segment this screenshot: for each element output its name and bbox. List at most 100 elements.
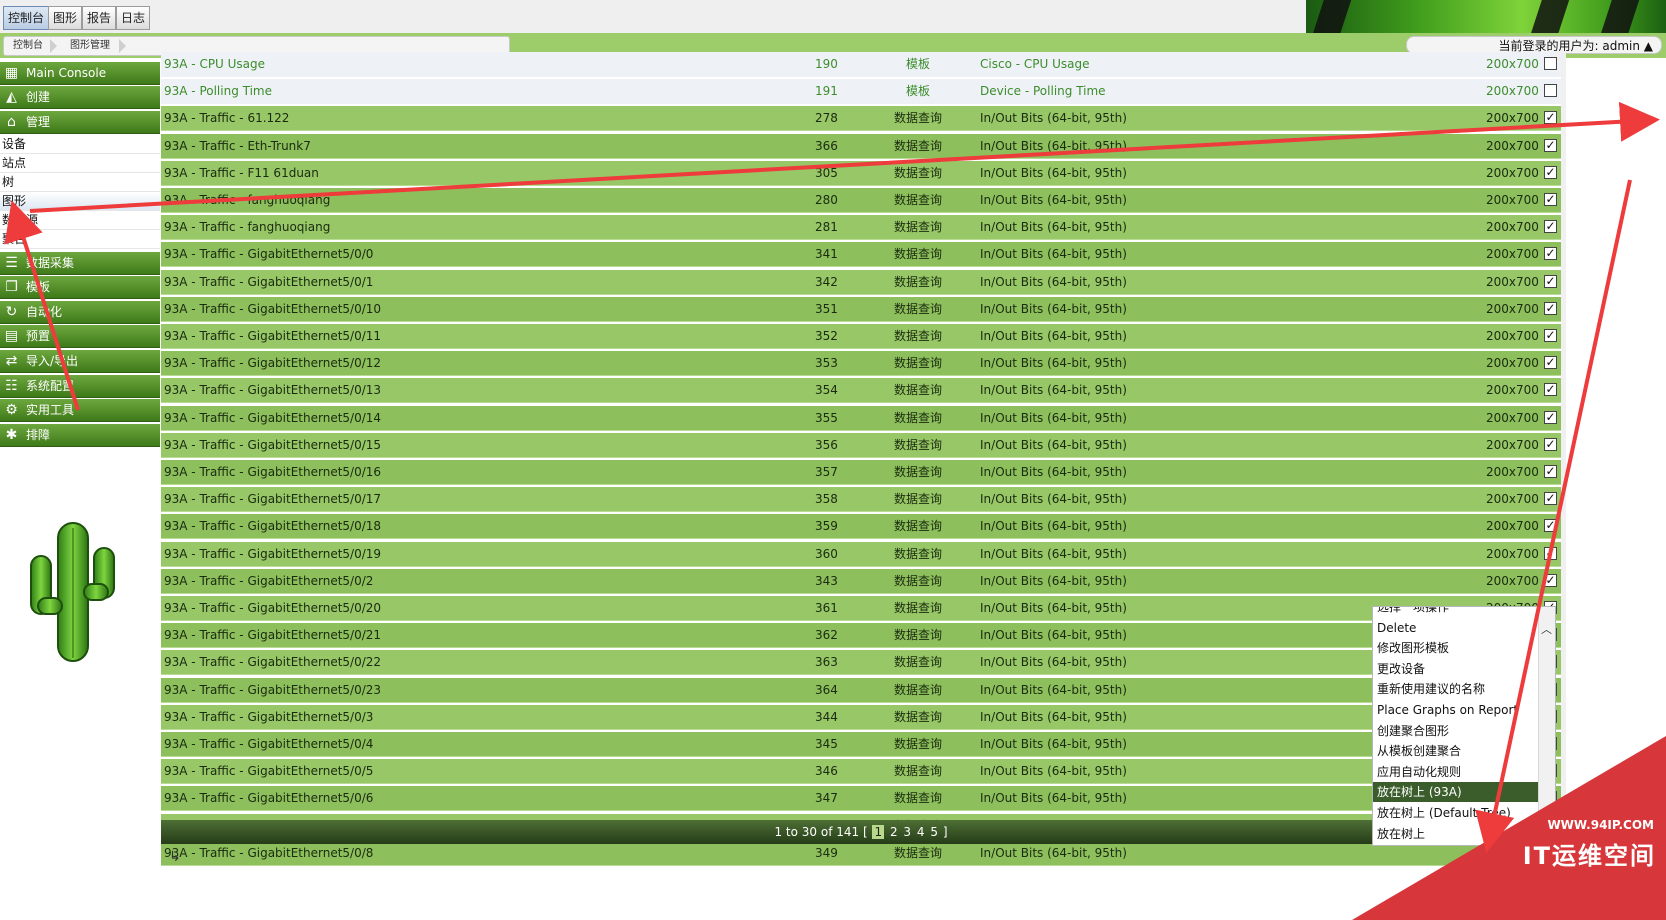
- graph-title-link[interactable]: 93A - Traffic - GigabitEthernet5/0/17: [164, 487, 381, 512]
- table-row[interactable]: 93A - Traffic - GigabitEthernet5/0/17 358…: [161, 487, 1561, 512]
- graph-title-link[interactable]: 93A - Traffic - GigabitEthernet5/0/6: [164, 786, 373, 811]
- graph-title-link[interactable]: 93A - Traffic - GigabitEthernet5/0/21: [164, 623, 381, 648]
- graph-title-link[interactable]: 93A - Traffic - GigabitEthernet5/0/2: [164, 569, 373, 594]
- table-row[interactable]: 93A - Traffic - GigabitEthernet5/0/14 355…: [161, 406, 1561, 431]
- table-row[interactable]: 93A - Traffic - GigabitEthernet5/0/2 343 数…: [161, 569, 1561, 594]
- graph-title-link[interactable]: 93A - Traffic - GigabitEthernet5/0/13: [164, 378, 381, 403]
- graph-title-link[interactable]: 93A - Traffic - GigabitEthernet5/0/0: [164, 242, 373, 267]
- graph-title-link[interactable]: 93A - Traffic - GigabitEthernet5/0/8: [164, 841, 373, 866]
- table-row[interactable]: 93A - Traffic - GigabitEthernet5/0/23 364…: [161, 678, 1561, 703]
- graph-title-link[interactable]: 93A - Traffic - fanghuoqiang: [164, 188, 330, 213]
- row-select-checkbox[interactable]: ✓: [1544, 275, 1557, 288]
- graph-title-link[interactable]: 93A - Traffic - GigabitEthernet5/0/16: [164, 460, 381, 485]
- row-select-checkbox[interactable]: ✓: [1544, 519, 1557, 532]
- graph-title-link[interactable]: 93A - Polling Time: [164, 79, 272, 104]
- row-select-checkbox[interactable]: ✓: [1544, 547, 1557, 560]
- graph-title-link[interactable]: 93A - Traffic - GigabitEthernet5/0/5: [164, 759, 373, 784]
- table-row[interactable]: 93A - Traffic - GigabitEthernet5/0/22 363…: [161, 650, 1561, 675]
- row-select-checkbox[interactable]: ✓: [1544, 574, 1557, 587]
- table-row[interactable]: 93A - Traffic - GigabitEthernet5/0/12 353…: [161, 351, 1561, 376]
- sidebar-configuration[interactable]: ☷ 系统配置: [0, 375, 160, 398]
- sidebar-item-data-sources[interactable]: 数据源: [0, 211, 160, 230]
- tab-console[interactable]: 控制台: [3, 6, 50, 30]
- table-row[interactable]: 93A - Traffic - GigabitEthernet5/0/5 346 数…: [161, 759, 1561, 784]
- graph-title-link[interactable]: 93A - Traffic - GigabitEthernet5/0/14: [164, 406, 381, 431]
- row-select-checkbox[interactable]: ✓: [1544, 438, 1557, 451]
- sidebar-item-devices[interactable]: 设备: [0, 135, 160, 154]
- page-4-link[interactable]: 4: [917, 825, 925, 839]
- graph-title-link[interactable]: 93A - Traffic - GigabitEthernet5/0/18: [164, 514, 381, 539]
- graph-title-link[interactable]: 93A - Traffic - GigabitEthernet5/0/10: [164, 297, 381, 322]
- sidebar-item-sites[interactable]: 站点: [0, 154, 160, 173]
- row-select-checkbox[interactable]: ✓: [1544, 492, 1557, 505]
- row-select-checkbox[interactable]: ✓: [1544, 465, 1557, 478]
- chevron-up-icon[interactable]: ︿: [1541, 621, 1552, 637]
- table-row[interactable]: 93A - Polling Time 191 模板 Device - Polling …: [161, 79, 1561, 104]
- sidebar-presets[interactable]: ▤ 预置: [0, 325, 160, 348]
- table-row[interactable]: 93A - Traffic - GigabitEthernet5/0/4 345 数…: [161, 732, 1561, 757]
- sidebar-manage[interactable]: ⌂ 管理: [0, 111, 160, 134]
- action-option[interactable]: Delete: [1373, 618, 1539, 638]
- table-row[interactable]: 93A - Traffic - GigabitEthernet5/0/11 352…: [161, 324, 1561, 349]
- table-row[interactable]: 93A - Traffic - GigabitEthernet5/0/18 359…: [161, 514, 1561, 539]
- table-row[interactable]: 93A - Traffic - GigabitEthernet5/0/8 349 数…: [161, 841, 1561, 866]
- graph-title-link[interactable]: 93A - Traffic - GigabitEthernet5/0/15: [164, 433, 381, 458]
- breadcrumb-console[interactable]: 控制台: [13, 37, 43, 55]
- action-option[interactable]: 重新使用建议的名称: [1373, 679, 1539, 699]
- sidebar-templates[interactable]: ❐ 模板: [0, 276, 160, 299]
- graph-title-link[interactable]: 93A - Traffic - GigabitEthernet5/0/23: [164, 678, 381, 703]
- action-option[interactable]: 修改图形模板: [1373, 638, 1539, 658]
- graph-title-link[interactable]: 93A - Traffic - GigabitEthernet5/0/20: [164, 596, 381, 621]
- graph-title-link[interactable]: 93A - Traffic - Eth-Trunk7: [164, 134, 311, 159]
- graph-title-link[interactable]: 93A - Traffic - fanghuoqiang: [164, 215, 330, 240]
- scrollbar[interactable]: [1561, 52, 1566, 852]
- row-select-checkbox[interactable]: ✓: [1544, 302, 1557, 315]
- row-select-checkbox[interactable]: ✓: [1544, 166, 1557, 179]
- table-row[interactable]: 93A - Traffic - GigabitEthernet5/0/10 351…: [161, 297, 1561, 322]
- table-row[interactable]: 93A - Traffic - GigabitEthernet5/0/21 362…: [161, 623, 1561, 648]
- row-select-checkbox[interactable]: ✓: [1544, 220, 1557, 233]
- graph-title-link[interactable]: 93A - Traffic - GigabitEthernet5/0/11: [164, 324, 381, 349]
- graph-title-link[interactable]: 93A - Traffic - F11 61duan: [164, 161, 319, 186]
- page-2-link[interactable]: 2: [890, 825, 898, 839]
- table-row[interactable]: 93A - Traffic - 61.122 278 数据查询 In/Out Bits…: [161, 106, 1561, 131]
- graph-title-link[interactable]: 93A - Traffic - GigabitEthernet5/0/22: [164, 650, 381, 675]
- graph-title-link[interactable]: 93A - CPU Usage: [164, 52, 265, 77]
- row-select-checkbox[interactable]: ✓: [1544, 111, 1557, 124]
- row-select-checkbox[interactable]: ✓: [1544, 247, 1557, 260]
- table-row[interactable]: 93A - Traffic - GigabitEthernet5/0/6 347 数…: [161, 786, 1561, 811]
- row-select-checkbox[interactable]: ✓: [1544, 383, 1557, 396]
- sidebar-troubleshooting[interactable]: ✱ 排障: [0, 424, 160, 447]
- page-3-link[interactable]: 3: [903, 825, 911, 839]
- table-row[interactable]: 93A - Traffic - GigabitEthernet5/0/13 354…: [161, 378, 1561, 403]
- sidebar-item-trees[interactable]: 树: [0, 173, 160, 192]
- table-row[interactable]: 93A - Traffic - GigabitEthernet5/0/0 341 数…: [161, 242, 1561, 267]
- sidebar-item-aggregates[interactable]: 聚合: [0, 230, 160, 249]
- table-row[interactable]: 93A - Traffic - GigabitEthernet5/0/19 360…: [161, 542, 1561, 567]
- sidebar-automation[interactable]: ↻ 自动化: [0, 301, 160, 324]
- table-row[interactable]: 93A - Traffic - GigabitEthernet5/0/16 357…: [161, 460, 1561, 485]
- page-1-link[interactable]: 1: [872, 825, 885, 839]
- graph-title-link[interactable]: 93A - Traffic - GigabitEthernet5/0/19: [164, 542, 381, 567]
- row-select-checkbox[interactable]: ✓: [1544, 139, 1557, 152]
- graph-title-link[interactable]: 93A - Traffic - GigabitEthernet5/0/1: [164, 270, 373, 295]
- table-row[interactable]: 93A - Traffic - Eth-Trunk7 366 数据查询 In/Out …: [161, 134, 1561, 159]
- table-row[interactable]: 93A - Traffic - fanghuoqiang 280 数据查询 In/Ou…: [161, 188, 1561, 213]
- action-option[interactable]: Place Graphs on Report: [1373, 700, 1539, 720]
- row-select-checkbox[interactable]: [1544, 57, 1557, 70]
- row-select-checkbox[interactable]: ✓: [1544, 193, 1557, 206]
- action-option[interactable]: 选择一项操作: [1373, 607, 1539, 617]
- row-select-checkbox[interactable]: ✓: [1544, 356, 1557, 369]
- tab-reports[interactable]: 报告: [82, 6, 117, 30]
- sidebar-main-console[interactable]: ▦ Main Console: [0, 62, 160, 85]
- table-row[interactable]: 93A - Traffic - GigabitEthernet5/0/20 361…: [161, 596, 1561, 621]
- action-option[interactable]: 更改设备: [1373, 659, 1539, 679]
- page-5-link[interactable]: 5: [930, 825, 938, 839]
- graph-title-link[interactable]: 93A - Traffic - 61.122: [164, 106, 289, 131]
- graph-title-link[interactable]: 93A - Traffic - GigabitEthernet5/0/3: [164, 705, 373, 730]
- sidebar-import-export[interactable]: ⇄ 导入/导出: [0, 350, 160, 373]
- sidebar-item-graphs[interactable]: 图形: [0, 192, 160, 211]
- graph-title-link[interactable]: 93A - Traffic - GigabitEthernet5/0/4: [164, 732, 373, 757]
- graph-title-link[interactable]: 93A - Traffic - GigabitEthernet5/0/12: [164, 351, 381, 376]
- table-row[interactable]: 93A - Traffic - fanghuoqiang 281 数据查询 In/Ou…: [161, 215, 1561, 240]
